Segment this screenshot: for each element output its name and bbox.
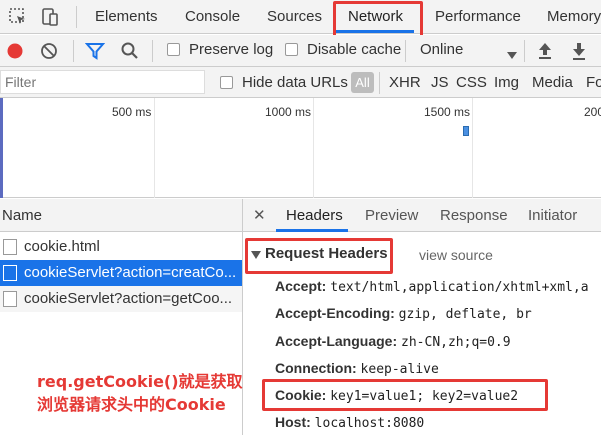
preserve-log-checkbox[interactable] bbox=[167, 43, 180, 56]
upload-icon[interactable] bbox=[537, 41, 553, 64]
header-key: Connection: bbox=[275, 360, 357, 376]
filter-all-button[interactable]: All bbox=[351, 72, 374, 93]
timeline-start-bar bbox=[0, 98, 3, 198]
tab-elements[interactable]: Elements bbox=[95, 0, 158, 34]
device-toolbar-icon[interactable] bbox=[40, 7, 60, 27]
tab-sources[interactable]: Sources bbox=[267, 0, 322, 34]
header-row-host: Host: localhost:8080 bbox=[275, 414, 424, 431]
details-tab-bar: ✕ Headers Preview Response Initiator bbox=[243, 199, 601, 232]
annotation-line: req.getCookie()就是获取 bbox=[37, 372, 243, 391]
header-row-accept: Accept: text/html,application/xhtml+xml,… bbox=[275, 278, 589, 295]
filter-xhr[interactable]: XHR bbox=[389, 67, 421, 98]
header-row-accept-language: Accept-Language: zh-CN,zh;q=0.9 bbox=[275, 333, 511, 350]
request-row[interactable]: cookie.html bbox=[0, 234, 242, 260]
header-key: Host: bbox=[275, 414, 311, 430]
header-key: Accept: bbox=[275, 278, 327, 294]
timeline-gridline bbox=[472, 98, 473, 198]
network-toolbar: Preserve log Disable cache Online bbox=[0, 35, 601, 67]
header-value: text/html,application/xhtml+xml,a bbox=[330, 280, 589, 295]
timeline-gridline bbox=[154, 98, 155, 198]
dropdown-icon[interactable] bbox=[507, 47, 517, 63]
tab-response[interactable]: Response bbox=[440, 199, 508, 232]
timeline-label: 200 bbox=[584, 105, 601, 119]
preserve-log-label: Preserve log bbox=[189, 41, 274, 58]
header-value: keep-alive bbox=[360, 362, 439, 377]
request-name: cookieServlet?action=getCoo... bbox=[24, 290, 233, 307]
tab-preview[interactable]: Preview bbox=[365, 199, 418, 232]
header-row-accept-encoding: Accept-Encoding: gzip, deflate, br bbox=[275, 305, 532, 322]
toolbar-divider bbox=[524, 40, 525, 62]
toolbar-divider bbox=[379, 72, 380, 94]
filter-js[interactable]: JS bbox=[431, 67, 449, 98]
header-value: zh-CN,zh;q=0.9 bbox=[401, 335, 511, 350]
request-name: cookieServlet?action=creatCo... bbox=[24, 264, 237, 281]
header-value: gzip, deflate, br bbox=[398, 307, 532, 322]
network-timeline-overview[interactable]: 500 ms 1000 ms 1500 ms 200 bbox=[0, 98, 601, 198]
request-row-selected[interactable]: cookieServlet?action=creatCo... bbox=[0, 260, 242, 286]
annotation-line: 浏览器请求头中的Cookie bbox=[37, 395, 226, 414]
toolbar-divider bbox=[152, 40, 153, 62]
timeline-gridline bbox=[313, 98, 314, 198]
filter-bar: Hide data URLs All XHR JS CSS Img Media … bbox=[0, 67, 601, 98]
toolbar-divider bbox=[405, 40, 406, 62]
tab-memory[interactable]: Memory bbox=[547, 0, 601, 34]
inspect-element-icon[interactable] bbox=[8, 7, 28, 27]
filter-media[interactable]: Media bbox=[532, 67, 573, 98]
header-row-connection: Connection: keep-alive bbox=[275, 360, 439, 377]
throttling-select[interactable]: Online bbox=[420, 41, 463, 58]
name-column-header[interactable]: Name bbox=[0, 199, 242, 232]
annotation-note: req.getCookie()就是获取 浏览器请求头中的Cookie bbox=[37, 370, 243, 416]
header-key: Accept-Language: bbox=[275, 333, 398, 349]
clear-icon[interactable] bbox=[40, 42, 58, 63]
search-icon[interactable] bbox=[120, 41, 140, 64]
timeline-label: 1000 ms bbox=[265, 105, 312, 119]
document-icon bbox=[3, 291, 17, 307]
disable-cache-checkbox[interactable] bbox=[285, 43, 298, 56]
toolbar-divider bbox=[76, 6, 77, 28]
close-icon[interactable]: ✕ bbox=[253, 206, 266, 224]
tab-performance[interactable]: Performance bbox=[435, 0, 521, 34]
filter-font[interactable]: Fo bbox=[586, 67, 601, 98]
timeline-label: 1500 ms bbox=[424, 105, 471, 119]
document-icon bbox=[3, 239, 17, 255]
request-headers-highlight-box bbox=[245, 238, 393, 274]
header-value: localhost:8080 bbox=[314, 416, 425, 431]
tab-initiator[interactable]: Initiator bbox=[528, 199, 577, 232]
header-key: Accept-Encoding: bbox=[275, 305, 395, 321]
toolbar-divider bbox=[73, 40, 74, 62]
cookie-header-highlight-box bbox=[262, 379, 548, 411]
timeline-label: 500 ms bbox=[112, 105, 152, 119]
timeline-request-mark bbox=[463, 126, 469, 136]
devtools-tab-bar: Elements Console Sources Network Perform… bbox=[0, 0, 601, 34]
document-icon bbox=[3, 265, 17, 281]
disable-cache-label: Disable cache bbox=[307, 41, 402, 58]
tab-console[interactable]: Console bbox=[185, 0, 240, 34]
filter-icon[interactable] bbox=[84, 42, 106, 63]
request-row[interactable]: cookieServlet?action=getCoo... bbox=[0, 286, 242, 312]
view-source-link[interactable]: view source bbox=[419, 247, 493, 263]
hide-data-urls-checkbox[interactable] bbox=[220, 76, 233, 89]
active-detail-tab-indicator bbox=[276, 229, 348, 232]
hide-data-urls-label: Hide data URLs bbox=[242, 74, 348, 91]
record-icon[interactable] bbox=[6, 42, 24, 63]
filter-img[interactable]: Img bbox=[494, 67, 519, 98]
tab-headers[interactable]: Headers bbox=[286, 199, 343, 232]
filter-css[interactable]: CSS bbox=[456, 67, 487, 98]
request-name: cookie.html bbox=[24, 238, 100, 255]
download-icon[interactable] bbox=[571, 41, 587, 64]
filter-input[interactable] bbox=[0, 70, 205, 94]
